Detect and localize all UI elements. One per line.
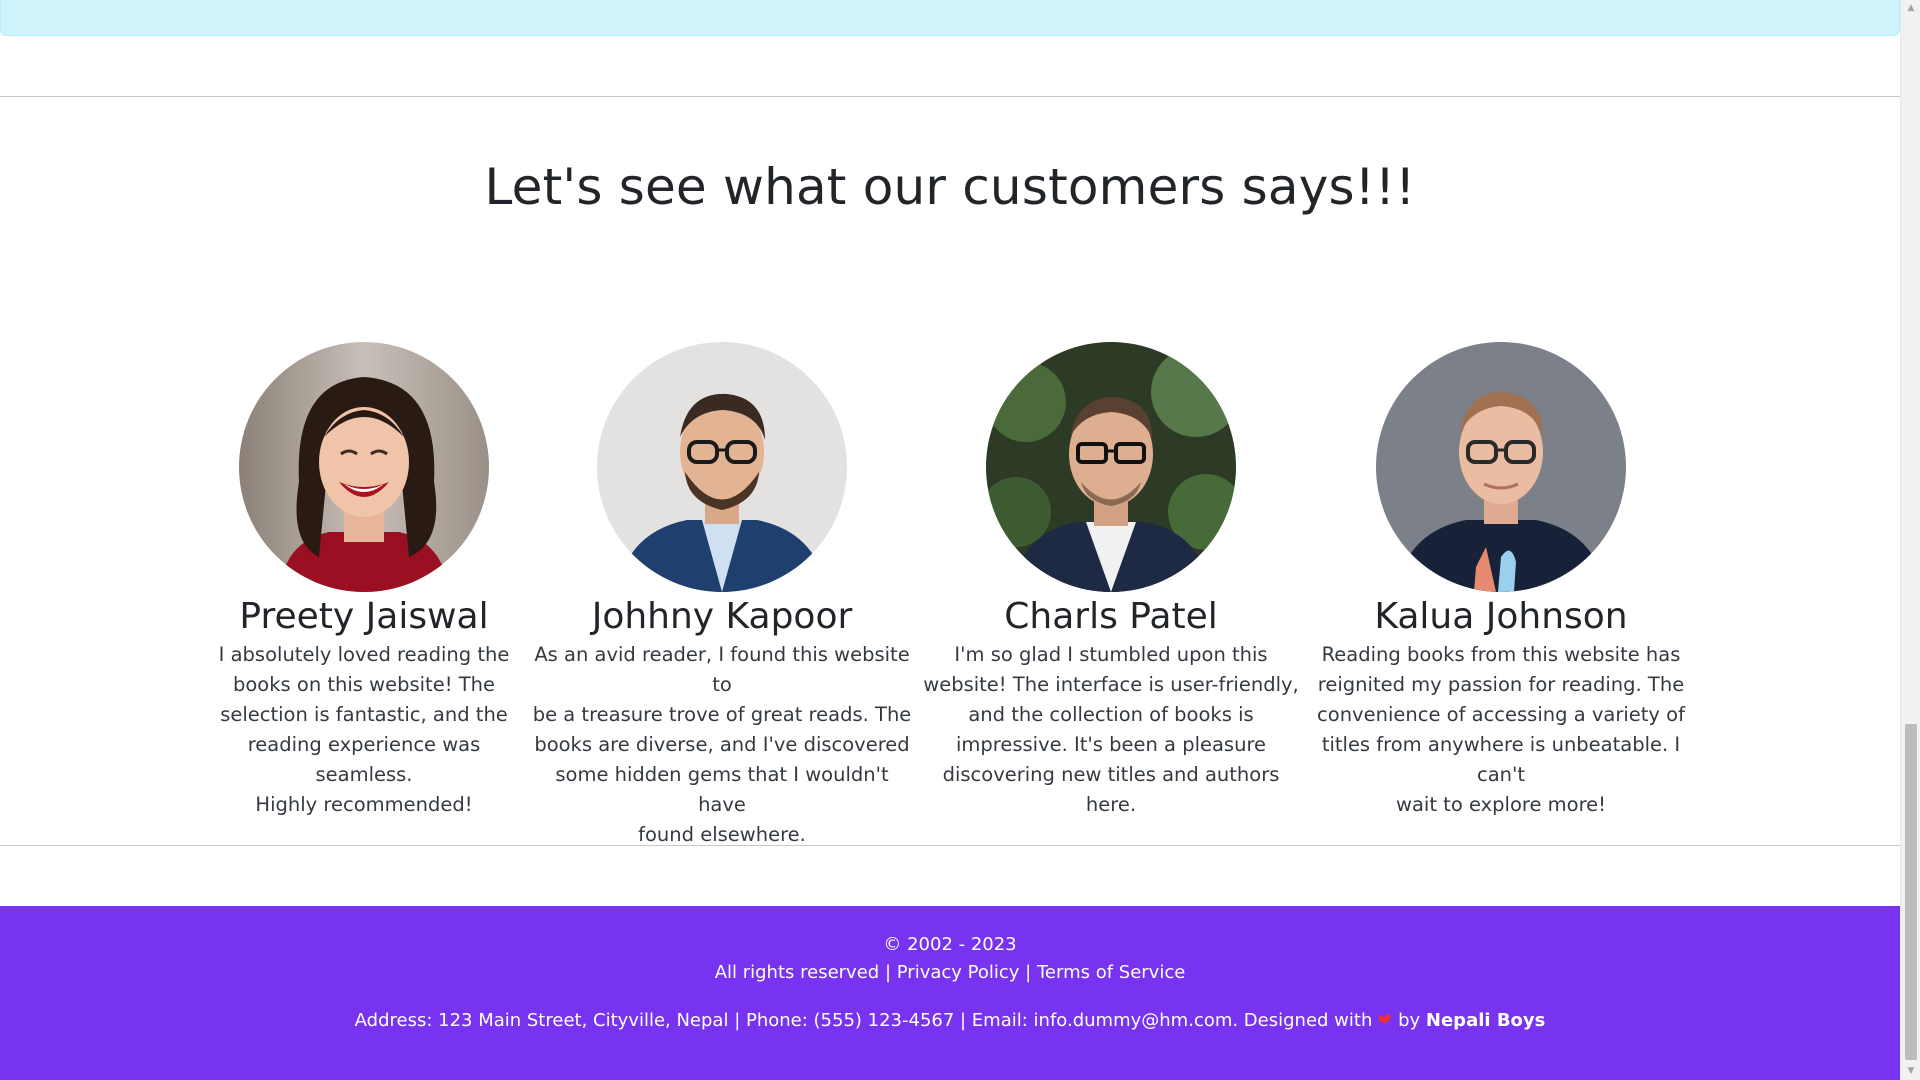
customer-avatar	[1376, 342, 1626, 592]
review-line: titles from anywhere is unbeatable. I ca…	[1321, 733, 1681, 786]
footer-contact-row: Address: 123 Main Street, Cityville, Nep…	[0, 1009, 1900, 1033]
review-line: I'm so glad I stumbled upon this	[954, 643, 1268, 666]
testimonial-card: Preety Jaiswal I absolutely loved readin…	[213, 342, 515, 820]
customer-review: I'm so glad I stumbled upon this website…	[922, 640, 1300, 820]
customer-photo-man-tshirt-icon	[1376, 342, 1626, 592]
review-line: Highly recommended!	[255, 793, 473, 816]
customer-photo-man-plants-icon	[986, 342, 1236, 592]
review-line: books on this website! The	[233, 673, 495, 696]
review-line: Reading books from this website has	[1321, 643, 1681, 666]
footer-links-row: All rights reserved | Privacy Policy | T…	[0, 962, 1900, 983]
customer-avatar	[597, 342, 847, 592]
footer-separator: |	[884, 962, 892, 983]
review-line: As an avid reader, I found this website …	[534, 643, 910, 696]
customer-name: Kalua Johnson	[1374, 596, 1628, 637]
review-line: wait to explore more!	[1396, 793, 1606, 816]
customer-avatar	[986, 342, 1236, 592]
heart-icon: ❤	[1376, 1009, 1395, 1033]
section-divider-bottom	[0, 845, 1900, 846]
review-line: discovering new titles and authors here.	[942, 763, 1280, 816]
info-alert-banner	[0, 0, 1900, 36]
customer-review: As an avid reader, I found this website …	[532, 640, 912, 850]
customer-review: Reading books from this website has reig…	[1312, 640, 1690, 820]
review-line: selection is fantastic, and the	[220, 703, 508, 726]
review-line: convenience of accessing a variety of	[1317, 703, 1685, 726]
page-viewport: Let's see what our customers says!!! Pre…	[0, 0, 1900, 1080]
footer-contact-text: Address: 123 Main Street, Cityville, Nep…	[354, 1010, 1373, 1031]
customer-name: Preety Jaiswal	[239, 596, 489, 637]
customer-photo-man-suit-icon	[597, 342, 847, 592]
vertical-scrollbar[interactable]: ▲ ▼	[1900, 0, 1920, 1080]
testimonials-heading: Let's see what our customers says!!!	[484, 158, 1416, 216]
review-line: I absolutely loved reading the	[218, 643, 510, 666]
review-line: books are diverse, and I've discovered	[534, 733, 910, 756]
scroll-down-arrow-icon[interactable]: ▼	[1901, 1063, 1920, 1080]
review-line: impressive. It's been a pleasure	[955, 733, 1267, 756]
customer-avatar	[239, 342, 489, 592]
scroll-up-arrow-icon[interactable]: ▲	[1901, 0, 1920, 17]
site-footer: © 2002 - 2023 All rights reserved | Priv…	[0, 906, 1900, 1080]
customer-name: Charls Patel	[1004, 596, 1218, 637]
review-line: and the collection of books is	[968, 703, 1254, 726]
customer-name: Johhny Kapoor	[591, 596, 853, 637]
nepali-boys-link[interactable]: Nepali Boys	[1426, 1010, 1545, 1031]
section-divider-top	[0, 96, 1900, 97]
footer-separator: |	[1025, 962, 1032, 983]
review-line: some hidden gems that I wouldn't have	[555, 763, 889, 816]
customer-photo-woman-icon	[239, 342, 489, 592]
terms-of-service-link[interactable]: Terms of Service	[1037, 962, 1185, 983]
review-line: reading experience was seamless.	[247, 733, 481, 786]
privacy-policy-link[interactable]: Privacy Policy	[897, 962, 1020, 983]
testimonial-card: Charls Patel I'm so glad I stumbled upon…	[922, 342, 1300, 820]
footer-rights-text: All rights reserved	[714, 962, 880, 983]
footer-copyright: © 2002 - 2023	[883, 934, 1017, 955]
review-line: be a treasure trove of great reads. The	[532, 703, 912, 726]
customer-review: I absolutely loved reading the books on …	[213, 640, 515, 820]
review-line: website! The interface is user-friendly,	[923, 673, 1299, 696]
footer-by-text: by	[1398, 1010, 1421, 1031]
testimonial-card: Johhny Kapoor As an avid reader, I found…	[532, 342, 912, 850]
testimonial-card: Kalua Johnson Reading books from this we…	[1312, 342, 1690, 820]
review-line: reignited my passion for reading. The	[1317, 673, 1685, 696]
scrollbar-thumb[interactable]	[1905, 724, 1917, 1060]
